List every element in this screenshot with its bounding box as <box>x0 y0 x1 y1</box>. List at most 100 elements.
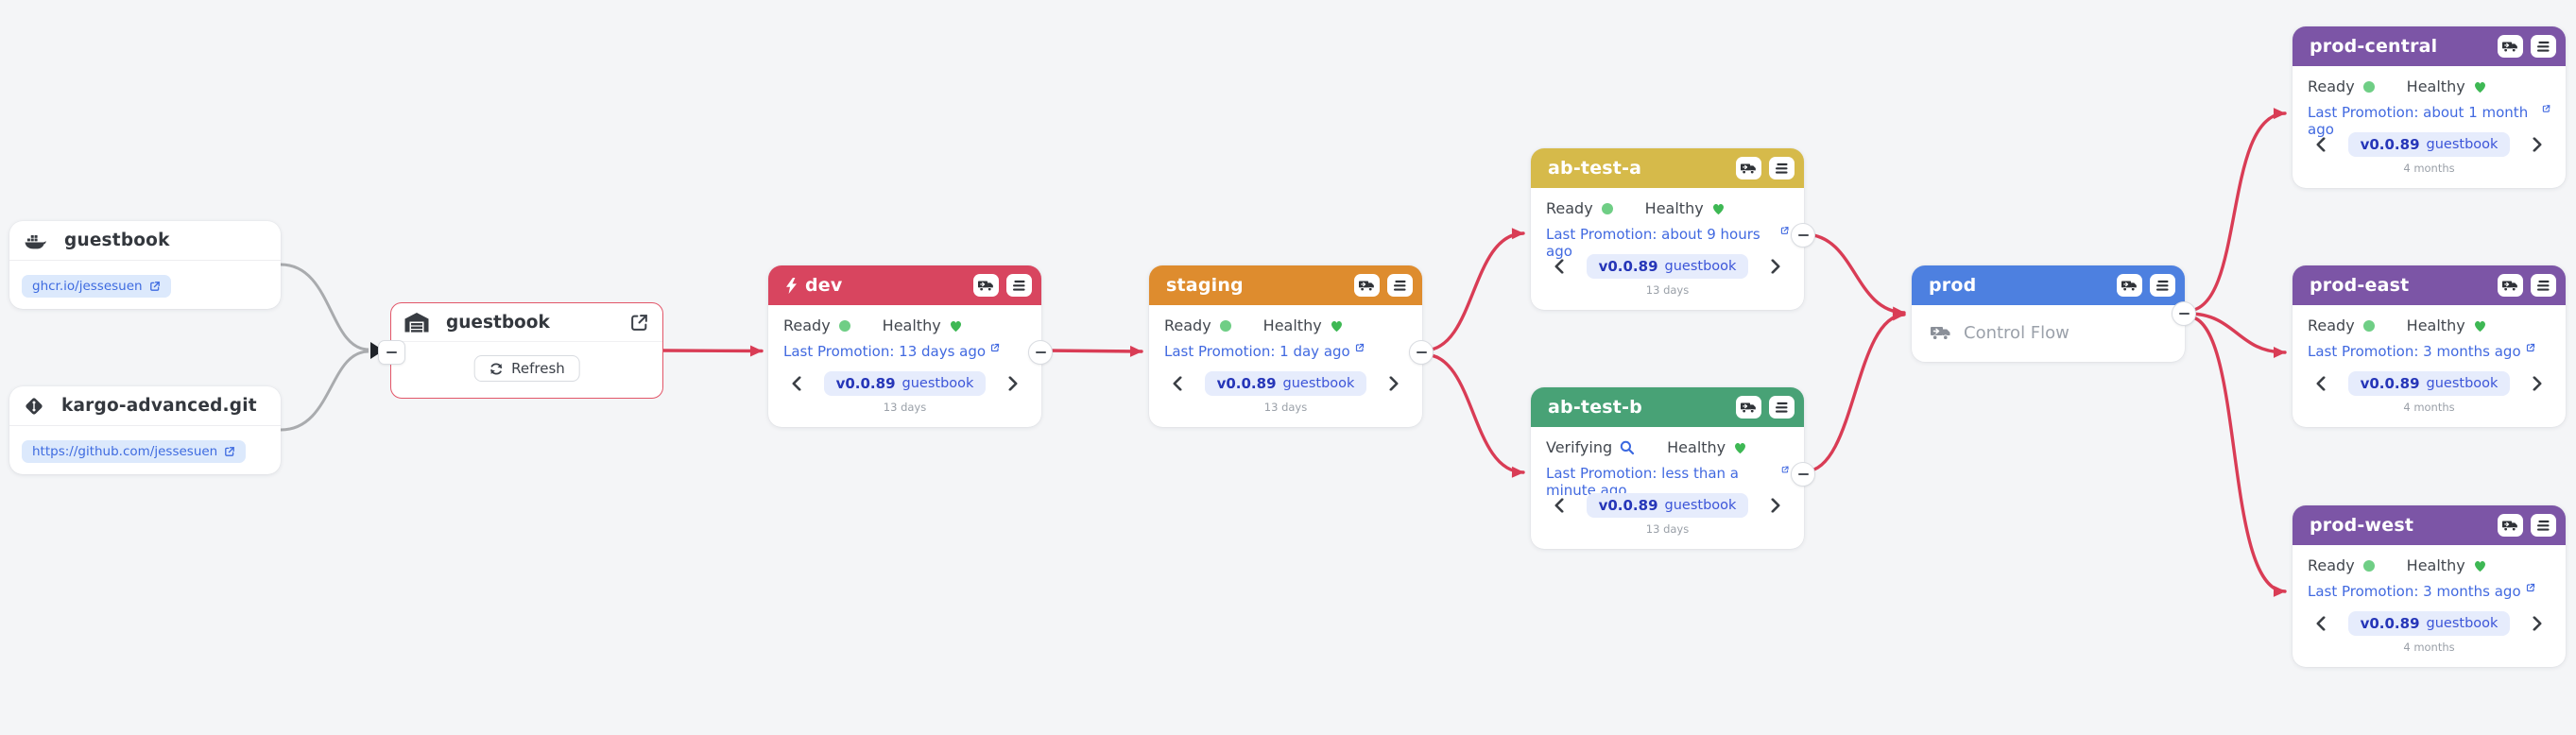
healthy-heart-icon <box>1330 319 1344 333</box>
truck-icon <box>2121 280 2138 292</box>
freight-next-button[interactable] <box>1768 257 1783 275</box>
freight-prev-button[interactable] <box>1552 257 1567 275</box>
edge-kargo-git-to-warehouse <box>281 351 369 430</box>
freight-prev-button[interactable] <box>1552 496 1567 514</box>
freight-next-button[interactable] <box>1386 374 1401 392</box>
ready-dot-icon <box>839 320 850 332</box>
edge-prod-to-prod-central <box>2189 113 2285 311</box>
last-promotion-link[interactable]: Last Promotion: about 1 month ago <box>2308 104 2550 123</box>
freight-version-chip[interactable]: v0.0.89 guestbook <box>2348 371 2511 396</box>
source-link-guestbook-image[interactable]: ghcr.io/jessesuen <box>22 275 171 298</box>
freight-version-chip[interactable]: v0.0.89 guestbook <box>1205 371 1367 396</box>
last-promotion-text: Last Promotion: 3 months ago <box>2308 343 2521 360</box>
warehouse-open-button[interactable] <box>629 313 649 333</box>
stage-menu-button[interactable] <box>2531 274 2556 297</box>
last-promotion-link[interactable]: Last Promotion: 3 months ago <box>2308 583 2535 602</box>
healthy-heart-icon <box>1711 202 1726 215</box>
stage-node-prod[interactable]: prod <box>1912 265 2185 362</box>
stage-header: prod <box>1912 265 2185 305</box>
control-flow-label: Control Flow <box>1964 323 2069 343</box>
promote-truck-button[interactable] <box>973 274 999 297</box>
stage-menu-button[interactable] <box>1006 274 1032 297</box>
warehouse-collapse-button[interactable] <box>378 340 405 365</box>
stage-node-ab-test-a[interactable]: ab-test-a <box>1531 148 1804 310</box>
source-link-kargo-advanced-git[interactable]: https://github.com/jessesuen <box>22 440 246 463</box>
stage-body: Ready Healthy Last Promotion: 3 months a… <box>2293 545 2566 667</box>
stage-node-prod-west[interactable]: prod-west <box>2293 505 2566 667</box>
last-promotion-link[interactable]: Last Promotion: 1 day ago <box>1164 343 1365 362</box>
stage-collapse-button[interactable] <box>1409 340 1434 365</box>
promote-truck-button[interactable] <box>2498 514 2523 537</box>
promote-truck-button[interactable] <box>1736 396 1761 419</box>
stage-name: ab-test-a <box>1548 158 1641 179</box>
freight-version-chip[interactable]: v0.0.89 guestbook <box>824 371 987 396</box>
stage-collapse-button[interactable] <box>1791 462 1815 487</box>
freight-version-chip[interactable]: v0.0.89 guestbook <box>1587 493 1749 518</box>
freight-next-button[interactable] <box>2530 614 2545 632</box>
stage-collapse-button[interactable] <box>1028 340 1053 365</box>
freight-artifact: guestbook <box>2427 376 2499 391</box>
promote-truck-button[interactable] <box>1354 274 1380 297</box>
warehouse-node-guestbook[interactable]: guestbook Refresh <box>390 302 663 399</box>
stage-menu-button[interactable] <box>2531 514 2556 537</box>
promote-truck-button[interactable] <box>1736 157 1761 179</box>
freight-next-button[interactable] <box>1768 496 1783 514</box>
stage-node-dev[interactable]: dev <box>768 265 1041 427</box>
last-promotion-link[interactable]: Last Promotion: about 9 hours ago <box>1546 226 1789 245</box>
source-card-kargo-advanced-git[interactable]: kargo-advanced.git https://github.com/je… <box>9 386 281 474</box>
promote-truck-button[interactable] <box>2117 274 2142 297</box>
edge-dev-to-staging <box>1044 350 1142 351</box>
ready-dot-icon <box>2363 320 2375 332</box>
freight-version: v0.0.89 <box>836 375 896 392</box>
freight-prev-button[interactable] <box>2313 614 2328 632</box>
menu-bars-icon <box>1393 280 1407 292</box>
freight-age: 4 months <box>2308 162 2550 175</box>
freight-next-button[interactable] <box>2530 135 2545 153</box>
external-link-icon <box>2526 583 2535 592</box>
stage-health-label: Healthy <box>2407 77 2465 95</box>
stage-menu-button[interactable] <box>1769 157 1795 179</box>
stage-header: prod-east <box>2293 265 2566 305</box>
stage-node-prod-east[interactable]: prod-east <box>2293 265 2566 427</box>
stage-node-staging[interactable]: staging <box>1149 265 1422 427</box>
promote-truck-button[interactable] <box>2498 35 2523 58</box>
freight-version-chip[interactable]: v0.0.89 guestbook <box>1587 254 1749 279</box>
stage-menu-button[interactable] <box>1769 396 1795 419</box>
freight-version-chip[interactable]: v0.0.89 guestbook <box>2348 611 2511 636</box>
stage-menu-button[interactable] <box>2150 274 2175 297</box>
refresh-button[interactable]: Refresh <box>473 355 580 382</box>
stage-header: staging <box>1149 265 1422 305</box>
freight-version: v0.0.89 <box>1599 497 1658 514</box>
freight-prev-button[interactable] <box>789 374 804 392</box>
source-card-header: kargo-advanced.git <box>9 386 281 426</box>
source-card-guestbook-image[interactable]: guestbook ghcr.io/jessesuen <box>9 221 281 309</box>
freight-age: 13 days <box>1164 401 1407 414</box>
stage-menu-button[interactable] <box>2531 35 2556 58</box>
promote-truck-button[interactable] <box>2498 274 2523 297</box>
last-promotion-text: Last Promotion: 1 day ago <box>1164 343 1350 360</box>
freight-prev-button[interactable] <box>2313 374 2328 392</box>
truck-icon <box>1359 280 1375 292</box>
source-title: guestbook <box>64 231 170 250</box>
stage-collapse-button[interactable] <box>2172 301 2196 326</box>
stage-node-prod-central[interactable]: prod-central <box>2293 26 2566 188</box>
docker-icon <box>25 232 46 249</box>
freight-next-button[interactable] <box>1005 374 1021 392</box>
stage-menu-button[interactable] <box>1387 274 1413 297</box>
warehouse-header: guestbook <box>391 303 662 342</box>
freight-next-button[interactable] <box>2530 374 2545 392</box>
freight-version-chip[interactable]: v0.0.89 guestbook <box>2348 132 2511 157</box>
freight-version: v0.0.89 <box>2361 615 2420 632</box>
last-promotion-link[interactable]: Last Promotion: 13 days ago <box>783 343 1000 362</box>
freight-age: 13 days <box>1546 283 1789 297</box>
last-promotion-link[interactable]: Last Promotion: less than a minute ago <box>1546 465 1789 484</box>
stage-body: Ready Healthy Last Promotion: 3 months a… <box>2293 305 2566 427</box>
last-promotion-link[interactable]: Last Promotion: 3 months ago <box>2308 343 2535 362</box>
stage-collapse-button[interactable] <box>1791 223 1815 248</box>
freight-prev-button[interactable] <box>1170 374 1185 392</box>
stage-body: Ready Healthy Last Promotion: about 1 mo… <box>2293 66 2566 188</box>
stage-node-ab-test-b[interactable]: ab-test-b <box>1531 387 1804 549</box>
freight-prev-button[interactable] <box>2313 135 2328 153</box>
verifying-magnifier-icon <box>1620 440 1635 455</box>
truck-icon <box>1741 162 1757 175</box>
